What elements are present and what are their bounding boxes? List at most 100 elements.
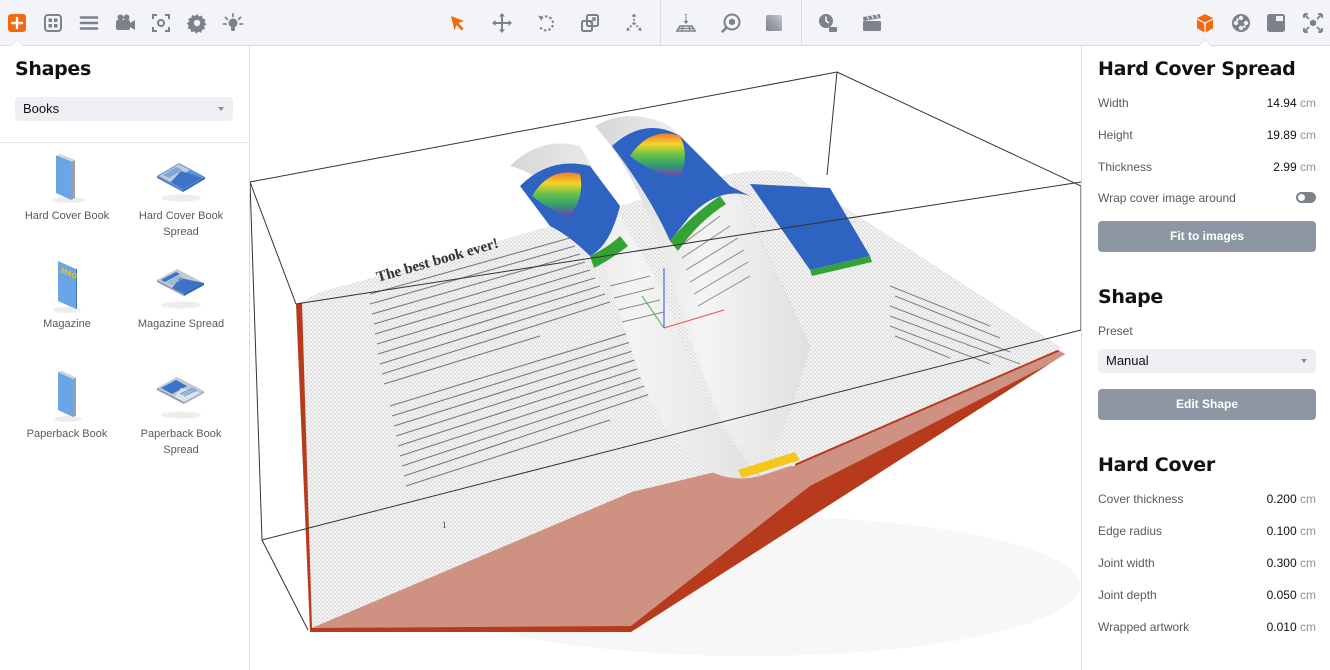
property-row-edge-radius: Edge radius 0.100 cm [1098,524,1316,542]
shapes-panel-title: Shapes [15,58,92,80]
fit-view-icon [1303,13,1323,33]
shape-item-label: Magazine Spread [137,318,225,330]
crop-frame-icon [1267,14,1285,32]
property-label: Height [1098,128,1133,142]
settings-button[interactable] [180,6,214,40]
property-row-wrapped-artwork: Wrapped artwork 0.010 cm [1098,620,1316,638]
material-button[interactable] [757,6,791,40]
edge-radius-value-field[interactable]: 0.100 cm [1267,524,1316,538]
edit-shape-button[interactable]: Edit Shape [1098,389,1316,420]
focus-object-button[interactable] [714,6,748,40]
panel-divider [0,142,249,143]
paperback-book-spread-icon [151,368,211,424]
scene-film-icon [1232,14,1250,32]
shape-item-label: Paperback Book Spread [140,428,222,456]
fit-view-button[interactable] [1296,6,1330,40]
cover-thickness-value-field[interactable]: 0.200 cm [1267,492,1316,506]
object-cube-icon [1197,14,1213,33]
select-tool-button[interactable] [441,6,475,40]
app-window: Shapes Books Hard Cover Book Hard Cover … [0,0,1330,670]
scene-button[interactable] [1224,6,1258,40]
hard-cover-book-icon [37,150,97,206]
hard-cover-book-spread-icon [151,150,211,206]
property-label: Wrap cover image around [1098,191,1236,205]
move-icon [492,13,512,33]
animation-button[interactable] [855,6,889,40]
shape-category-value: Books [23,101,60,116]
library-button[interactable] [36,6,70,40]
property-row-preset: Preset [1098,324,1316,342]
shape-item-magazine-spread[interactable]: Magazine Spread [134,258,228,334]
shape-item-hard-cover-book[interactable]: Hard Cover Book [20,150,114,226]
object-properties-button[interactable] [1188,6,1222,40]
scene-render: The best book ever! 1 [250,71,1081,632]
magazine-icon: MAG [37,258,97,314]
move-tool-button[interactable] [485,6,519,40]
shape-item-label: Magazine [43,318,91,330]
shape-item-paperback-book-spread[interactable]: Paperback Book Spread [134,368,228,460]
layers-list-icon [79,16,99,30]
fit-to-images-button[interactable]: Fit to images [1098,221,1316,252]
paperback-book-icon [37,368,97,424]
object-title: Hard Cover Spread [1098,58,1296,80]
pivot-tool-button[interactable] [617,6,651,40]
top-toolbar [0,0,1330,46]
clapperboard-icon [863,14,881,31]
material-icon [766,15,782,31]
camera-button[interactable] [108,6,142,40]
property-row-width: Width 14.94 cm [1098,96,1316,114]
chevron-down-icon [218,107,224,111]
rotate-tool-button[interactable] [529,6,563,40]
drop-to-floor-icon [675,14,697,32]
property-row-joint-depth: Joint depth 0.050 cm [1098,588,1316,606]
property-label: Wrapped artwork [1098,620,1190,634]
joint-width-value-field[interactable]: 0.300 cm [1267,556,1316,570]
property-row-height: Height 19.89 cm [1098,128,1316,146]
pivot-icon [626,13,642,31]
property-row-wrap-cover: Wrap cover image around [1098,191,1316,209]
property-row-cover-thickness: Cover thickness 0.200 cm [1098,492,1316,510]
frame-button[interactable] [1259,6,1293,40]
lighting-button[interactable] [216,6,250,40]
shape-item-magazine[interactable]: MAG Magazine [20,258,114,334]
layers-button[interactable] [72,6,106,40]
shape-item-label: Hard Cover Book [24,210,110,222]
wrapped-artwork-value-field[interactable]: 0.010 cm [1267,620,1316,634]
joint-depth-value-field[interactable]: 0.050 cm [1267,588,1316,602]
add-shape-button[interactable] [0,6,34,40]
scale-icon [581,14,599,32]
toolbar-separator [801,0,802,46]
render-time-button[interactable] [811,6,845,40]
height-value-field[interactable]: 19.89 cm [1267,128,1316,142]
preset-value: Manual [1106,353,1149,368]
magazine-spread-icon [151,258,211,314]
select-arrow-icon [451,16,464,31]
3d-viewport[interactable]: The best book ever! 1 [250,46,1081,670]
chevron-down-icon [1301,359,1307,363]
property-label: Joint width [1098,556,1155,570]
shape-item-paperback-book[interactable]: Paperback Book [20,368,114,444]
thickness-value-field[interactable]: 2.99 cm [1273,160,1316,174]
gear-icon [186,14,207,34]
preset-select[interactable]: Manual [1098,349,1316,373]
shape-item-hard-cover-book-spread[interactable]: Hard Cover Book Spread [134,150,228,242]
wrap-cover-toggle[interactable] [1296,192,1316,203]
property-label: Preset [1098,324,1133,338]
add-shape-icon [8,14,26,32]
shape-item-label: Hard Cover Book Spread [138,210,224,238]
zoom-object-icon [721,13,741,33]
timer-render-icon [819,14,837,32]
shape-section-title: Shape [1098,286,1164,308]
scale-tool-button[interactable] [573,6,607,40]
property-label: Joint depth [1098,588,1157,602]
shapes-panel: Shapes Books Hard Cover Book Hard Cover … [0,46,250,670]
drop-to-floor-button[interactable] [669,6,703,40]
rotate-icon [538,15,554,32]
shape-category-select[interactable]: Books [15,97,233,121]
property-label: Width [1098,96,1129,110]
page-number: 1 [442,520,447,530]
focus-button[interactable] [144,6,178,40]
toolbar-separator [660,0,661,46]
width-value-field[interactable]: 14.94 cm [1267,96,1316,110]
property-label: Cover thickness [1098,492,1184,506]
